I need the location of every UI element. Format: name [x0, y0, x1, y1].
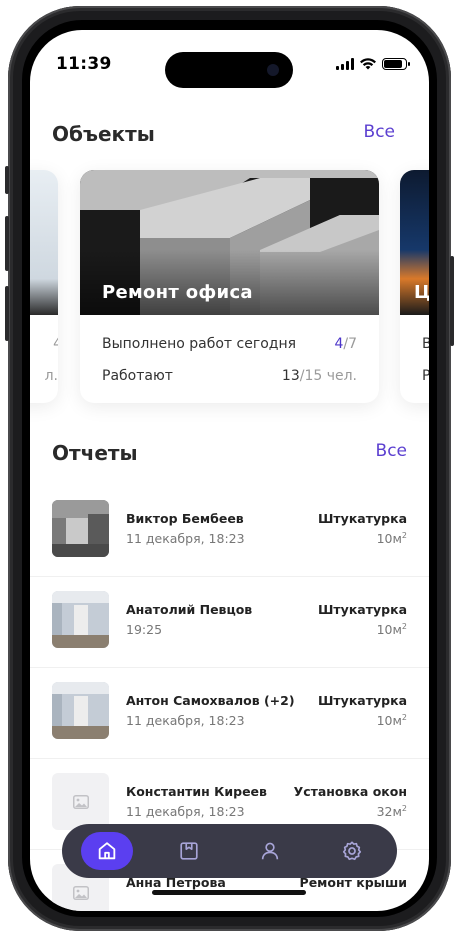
workers-label: Работают	[102, 368, 173, 384]
workers-value: 13/15 чел.	[281, 368, 357, 384]
camera-icon	[267, 64, 279, 76]
image-placeholder-icon	[72, 885, 89, 900]
report-time: 11 декабря, 18:23	[126, 713, 245, 728]
report-time: 19:25	[126, 622, 163, 637]
object-card-title: Ремонт офиса	[102, 282, 253, 303]
object-card-partial-right[interactable]: Ц В Р	[400, 170, 429, 403]
tab-projects[interactable]	[163, 832, 215, 870]
report-author: Константин Киреев	[126, 784, 267, 799]
object-card-office-repair[interactable]: Ремонт офиса Выполнено работ сегодня 4/7…	[80, 170, 379, 403]
mute-switch	[5, 166, 9, 194]
done-today-label: Выполнено работ сегодня	[102, 336, 297, 352]
user-icon	[262, 842, 279, 860]
tab-settings[interactable]	[326, 832, 378, 870]
power-button	[450, 256, 454, 346]
volume-down-button	[5, 286, 9, 341]
report-work-type: Штукатурка	[317, 693, 407, 708]
partial-workers-value: л.	[44, 368, 58, 384]
workers-row: Работают 13/15 чел.	[102, 368, 357, 384]
objects-see-all-link[interactable]: Все	[364, 122, 395, 142]
home-indicator	[152, 890, 306, 895]
partial-row2: Р	[422, 368, 429, 384]
done-today-value: 4/7	[334, 336, 357, 352]
report-work-type: Штукатурка	[317, 511, 407, 526]
report-area: 10м2	[376, 622, 407, 638]
report-row[interactable]: Антон Самохвалов (+2) 11 декабря, 18:23 …	[30, 668, 429, 759]
reports-section-title: Отчеты	[52, 441, 138, 465]
objects-section-title: Объекты	[52, 122, 155, 146]
partial-row1: В	[422, 336, 429, 352]
gear-icon	[343, 841, 362, 861]
bottom-tab-bar	[62, 824, 397, 878]
report-work-type: Установка окон	[293, 784, 407, 799]
partial-done-value: 4	[53, 336, 58, 352]
report-photo	[52, 591, 109, 648]
app-screen: 11:39 Объекты Все 4 л. Ремонт офиса Выпо…	[30, 30, 429, 911]
report-photo	[52, 500, 109, 557]
battery-icon	[382, 58, 410, 70]
tab-home[interactable]	[80, 832, 133, 870]
home-icon	[98, 842, 116, 860]
report-area: 32м2	[376, 804, 407, 820]
object-card-partial-left[interactable]: 4 л.	[30, 170, 58, 403]
status-time: 11:39	[56, 54, 112, 74]
report-area: 10м2	[376, 531, 407, 547]
image-placeholder-icon	[72, 794, 89, 809]
report-author: Антон Самохвалов (+2)	[126, 693, 295, 708]
status-icons	[336, 58, 410, 70]
dynamic-island	[165, 52, 293, 88]
volume-up-button	[5, 216, 9, 271]
report-row[interactable]: Анатолий Певцов 19:25 Штукатурка 10м2	[30, 577, 429, 668]
report-time: 11 декабря, 18:23	[126, 531, 245, 546]
report-time: 11 декабря, 18:23	[126, 804, 245, 819]
report-row[interactable]: Виктор Бембеев 11 декабря, 18:23 Штукату…	[30, 486, 429, 577]
reports-see-all-link[interactable]: Все	[376, 441, 407, 461]
bookmark-icon	[180, 842, 198, 860]
report-work-type: Штукатурка	[317, 602, 407, 617]
wifi-icon	[360, 58, 376, 70]
object-card-image	[30, 170, 58, 315]
report-author: Виктор Бембеев	[126, 511, 244, 526]
report-photo	[52, 682, 109, 739]
tab-profile[interactable]	[244, 832, 296, 870]
report-author: Анатолий Певцов	[126, 602, 253, 617]
report-photo-placeholder	[52, 773, 109, 830]
object-card-title-partial: Ц	[414, 282, 429, 303]
report-area: 10м2	[376, 713, 407, 729]
done-today-row: Выполнено работ сегодня 4/7	[102, 336, 357, 352]
cellular-signal-icon	[336, 58, 354, 70]
